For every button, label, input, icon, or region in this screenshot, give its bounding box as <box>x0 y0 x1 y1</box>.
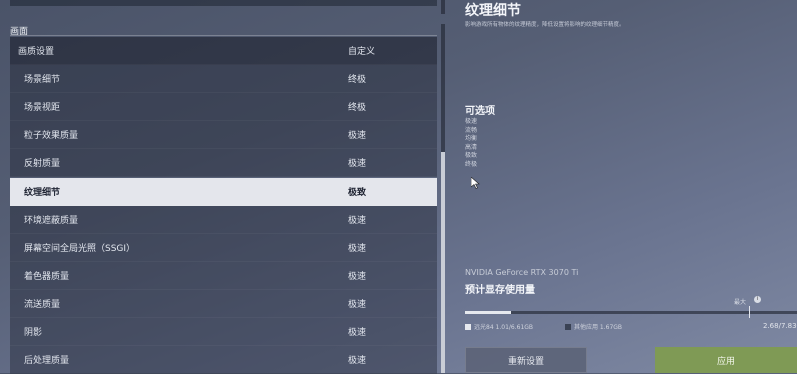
legend-other-label: 其他应用 1.67GB <box>574 324 623 331</box>
setting-value: 极速 <box>348 244 367 254</box>
options-list: 极速 流畅 均衡 高清 极致 终极 <box>465 118 477 170</box>
settings-panel: 画面 画质设置 自定义 场景细节 终极 场景视距 终极 粒子效果质量 极速 反射… <box>0 0 445 374</box>
setting-value: 极速 <box>348 216 367 226</box>
setting-label: 反射质量 <box>24 159 61 169</box>
legend-swatch <box>565 323 571 330</box>
scrollbar-thumb[interactable] <box>441 152 445 373</box>
setting-row[interactable]: 场景视距 终极 <box>10 93 437 121</box>
option-item: 流畅 <box>465 126 478 134</box>
detail-title: 纹理细节 <box>465 3 521 19</box>
setting-label: 流送质量 <box>24 300 61 310</box>
vram-bar-fill <box>465 311 512 314</box>
setting-value: 终极 <box>348 75 367 85</box>
option-item: 极致 <box>465 152 478 160</box>
setting-label: 场景视距 <box>24 103 61 113</box>
previous-row-fragment <box>10 0 437 6</box>
option-item: 均衡 <box>465 135 478 143</box>
setting-row[interactable]: 阴影 极速 <box>10 318 437 346</box>
setting-value: 极速 <box>348 159 367 169</box>
setting-label: 着色器质量 <box>24 272 70 282</box>
detail-panel: 纹理细节 影响游戏所有物体的纹理精度，降低设置将影响的纹理细节精度。 可选项 极… <box>465 0 797 373</box>
setting-value: 终极 <box>348 103 367 113</box>
setting-label: 后处理质量 <box>24 356 70 366</box>
option-item: 终极 <box>465 160 478 168</box>
quality-preset-value: 自定义 <box>348 47 376 57</box>
detail-description: 影响游戏所有物体的纹理精度，降低设置将影响的纹理细节精度。 <box>465 22 625 28</box>
setting-label: 纹理细节 <box>24 188 61 198</box>
top-scrollbar[interactable] <box>441 0 445 14</box>
options-title: 可选项 <box>465 106 495 117</box>
quality-preset-row[interactable]: 画质设置 自定义 <box>10 37 437 65</box>
vram-bar-track <box>465 311 797 314</box>
setting-value: 极速 <box>348 131 367 141</box>
section-divider <box>10 35 437 36</box>
setting-value: 极速 <box>348 328 367 338</box>
gpu-name: NVIDIA GeForce RTX 3070 Ti <box>465 268 579 277</box>
legend-game-label: 远光84 1.01/6.61GB <box>474 324 534 331</box>
setting-value: 极速 <box>348 356 367 366</box>
setting-label: 场景细节 <box>24 75 61 85</box>
setting-label: 阴影 <box>24 328 43 338</box>
legend-game: 远光84 1.01/6.61GB <box>465 322 533 331</box>
setting-label: 屏幕空间全局光照（SSGI） <box>24 244 136 254</box>
setting-row[interactable]: 环境遮蔽质量 极速 <box>10 206 437 234</box>
reset-button[interactable]: 重新设置 <box>465 347 587 373</box>
vram-total: 2.68/7.83GB <box>763 322 797 330</box>
setting-value: 极致 <box>348 188 367 198</box>
setting-label: 环境遮蔽质量 <box>24 216 79 226</box>
setting-row[interactable]: 流送质量 极速 <box>10 290 437 318</box>
option-item: 极速 <box>465 118 478 125</box>
setting-value: 极速 <box>348 300 367 310</box>
mouse-cursor-icon <box>471 177 480 189</box>
setting-row[interactable]: 后处理质量 极速 <box>10 346 437 374</box>
apply-button[interactable]: 应用 <box>655 347 797 373</box>
quality-preset-label: 画质设置 <box>18 47 55 57</box>
vram-max-marker <box>748 306 750 318</box>
setting-row[interactable]: 粒子效果质量 极速 <box>10 121 437 149</box>
setting-row[interactable]: 着色器质量 极速 <box>10 262 437 290</box>
legend-swatch <box>465 323 471 330</box>
max-label: 最大 <box>734 299 747 306</box>
setting-row[interactable]: 场景细节 终极 <box>10 65 437 93</box>
setting-value: 极速 <box>348 272 367 282</box>
setting-label: 粒子效果质量 <box>24 131 79 141</box>
setting-row-selected[interactable]: 纹理细节 极致 <box>10 178 437 206</box>
vram-title: 预计显存使用量 <box>465 285 535 296</box>
info-icon[interactable]: i <box>754 296 761 303</box>
legend-other: 其他应用 1.67GB <box>565 322 622 331</box>
setting-row[interactable]: 反射质量 极速 <box>10 149 437 177</box>
setting-row[interactable]: 屏幕空间全局光照（SSGI） 极速 <box>10 234 437 262</box>
